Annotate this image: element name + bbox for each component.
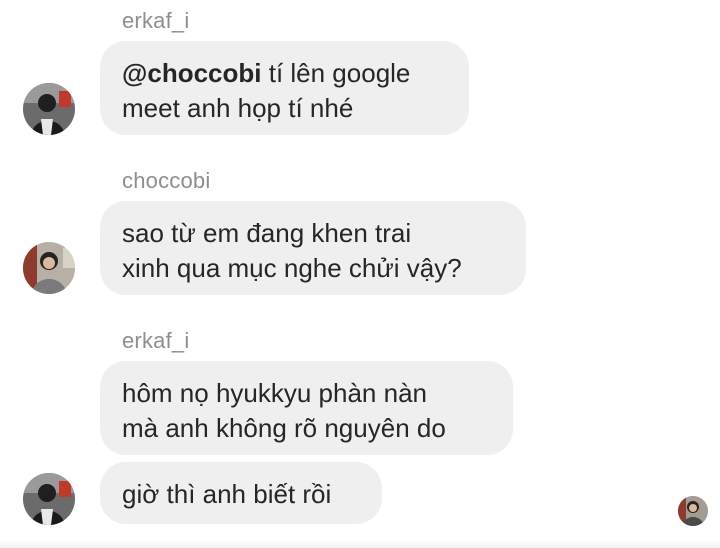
message-text: hôm nọ hyukkyu phàn nàn xyxy=(122,378,427,408)
message-text: sao từ em đang khen trai xyxy=(122,218,412,248)
message-bubble[interactable]: sao từ em đang khen trai xinh qua mục ng… xyxy=(100,201,526,295)
message-bubble[interactable]: hôm nọ hyukkyu phàn nàn mà anh không rõ … xyxy=(100,361,513,455)
user-avatar-icon[interactable] xyxy=(23,473,75,525)
message-bubble[interactable]: @choccobi tí lên google meet anh họp tí … xyxy=(100,41,469,135)
mention-link[interactable]: @choccobi xyxy=(122,58,261,88)
sender-name: choccobi xyxy=(122,168,211,193)
user-avatar-icon[interactable] xyxy=(23,83,75,135)
message-text: meet anh họp tí nhé xyxy=(122,93,354,123)
message-text: tí lên google xyxy=(268,58,411,88)
message-text: mà anh không rõ nguyên do xyxy=(122,413,446,443)
bottom-edge xyxy=(0,540,720,548)
message-bubble[interactable]: giờ thì anh biết rồi xyxy=(100,462,382,524)
sender-name: erkaf_i xyxy=(122,328,190,353)
sender-name: erkaf_i xyxy=(122,8,190,33)
seen-avatar-icon xyxy=(678,496,708,526)
user-avatar-icon[interactable] xyxy=(23,242,75,294)
message-text: giờ thì anh biết rồi xyxy=(122,479,332,509)
message-text: xinh qua mục nghe chửi vậy? xyxy=(122,253,462,283)
